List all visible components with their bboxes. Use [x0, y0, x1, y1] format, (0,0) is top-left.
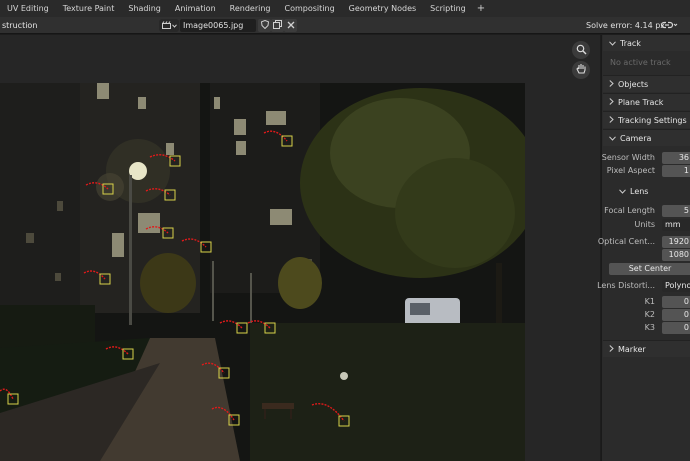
clip-name-field[interactable]: Image0065.jpg	[180, 19, 256, 32]
k2-field[interactable]: 0	[662, 309, 690, 321]
section-objects-label: Objects	[618, 79, 649, 89]
lens-distortion-dropdown[interactable]: Polynom	[662, 280, 690, 292]
k2-label: K2	[644, 310, 655, 319]
hand-pan-icon	[575, 63, 587, 77]
chevron-right-icon	[609, 97, 614, 107]
k3-label: K3	[644, 323, 655, 332]
chevron-right-icon	[609, 79, 614, 89]
k1-field[interactable]: 0	[662, 296, 690, 308]
tab-animation[interactable]: Animation	[168, 0, 223, 17]
track-marker[interactable]	[211, 406, 240, 426]
chevron-down-icon	[171, 21, 177, 30]
section-tracking-settings[interactable]: Tracking Settings	[603, 112, 690, 128]
track-marker[interactable]	[219, 320, 248, 334]
units-dropdown[interactable]: mm	[662, 219, 690, 231]
close-icon	[287, 21, 295, 31]
marker-path	[247, 320, 271, 329]
clip-editor-header: struction Image0065.jpg Solve error: 4.1…	[0, 17, 690, 34]
track-marker[interactable]	[0, 388, 19, 405]
track-marker[interactable]	[311, 403, 350, 427]
pan-button[interactable]	[572, 61, 590, 79]
section-plane-track-label: Plane Track	[618, 97, 664, 107]
section-camera[interactable]: Camera	[603, 130, 690, 146]
tab-texture-paint[interactable]: Texture Paint	[56, 0, 122, 17]
sidebar-n-panel: Track No active track Objects Plane Trac…	[597, 35, 690, 461]
optical-center-y-field[interactable]: 1080	[662, 249, 690, 261]
chevron-right-icon	[609, 115, 614, 125]
track-marker[interactable]	[247, 320, 276, 334]
zoom-button[interactable]	[572, 41, 590, 59]
chevron-right-icon	[609, 344, 614, 354]
duplicate-clip-button[interactable]	[271, 19, 284, 32]
k3-field[interactable]: 0	[662, 322, 690, 334]
chevron-down-icon	[619, 187, 626, 196]
track-marker[interactable]	[105, 346, 134, 360]
set-center-button[interactable]: Set Center	[609, 263, 690, 275]
section-tracking-settings-label: Tracking Settings	[618, 115, 687, 125]
sensor-width-label: Sensor Width	[601, 153, 655, 162]
tab-rendering[interactable]: Rendering	[223, 0, 278, 17]
no-active-track-text: No active track	[610, 58, 671, 67]
track-marker[interactable]	[145, 226, 174, 239]
workspace-tab-bar: UV Editing Texture Paint Shading Animati…	[0, 0, 690, 17]
track-marker[interactable]	[149, 154, 181, 167]
track-marker[interactable]	[263, 130, 293, 147]
sensor-width-field[interactable]: 36	[662, 152, 690, 164]
mode-label[interactable]: struction	[0, 17, 37, 34]
fake-user-button[interactable]	[258, 19, 271, 32]
marker-path	[211, 406, 235, 421]
pixel-aspect-label: Pixel Aspect	[606, 166, 655, 175]
solve-error-readout: Solve error: 4.14 px	[586, 21, 666, 30]
marker-path	[105, 346, 129, 355]
tab-uv-editing[interactable]: UV Editing	[0, 0, 56, 17]
lens-distortion-label: Lens Distorti...	[597, 281, 655, 290]
tab-scripting[interactable]: Scripting	[423, 0, 473, 17]
section-lens-label: Lens	[630, 186, 649, 196]
duplicate-icon	[273, 20, 282, 31]
zoom-icon	[576, 44, 587, 57]
k1-label: K1	[644, 297, 655, 306]
units-label: Units	[634, 220, 655, 229]
track-marker[interactable]	[85, 182, 114, 195]
track-marker[interactable]	[201, 362, 230, 379]
clip-viewport[interactable]	[0, 35, 600, 461]
tab-geometry-nodes[interactable]: Geometry Nodes	[342, 0, 423, 17]
chevron-down-icon	[609, 39, 616, 48]
track-marker[interactable]	[83, 270, 111, 285]
marker-pattern-box[interactable]	[7, 393, 19, 405]
link-icon[interactable]	[660, 19, 678, 33]
clip-selector[interactable]	[159, 19, 179, 32]
chevron-down-icon	[609, 134, 616, 143]
track-marker[interactable]	[181, 238, 212, 253]
section-track-label: Track	[620, 38, 641, 48]
section-marker[interactable]: Marker	[603, 341, 690, 357]
footage-frame	[0, 83, 525, 461]
section-plane-track[interactable]: Plane Track	[603, 94, 690, 110]
movie-clip-icon	[161, 20, 171, 31]
section-camera-label: Camera	[620, 133, 652, 143]
add-workspace-button[interactable]: +	[473, 3, 489, 14]
marker-path	[83, 270, 106, 280]
track-marker[interactable]	[145, 188, 176, 201]
section-track[interactable]: Track	[603, 35, 690, 51]
marker-path	[181, 238, 207, 248]
tab-shading[interactable]: Shading	[121, 0, 168, 17]
unlink-clip-button[interactable]	[284, 19, 297, 32]
tab-compositing[interactable]: Compositing	[278, 0, 342, 17]
focal-length-field[interactable]: 5	[662, 205, 690, 217]
optical-center-x-field[interactable]: 1920	[662, 236, 690, 248]
shield-icon	[260, 19, 269, 31]
pixel-aspect-field[interactable]: 1	[662, 165, 690, 177]
marker-path	[219, 320, 243, 329]
section-lens[interactable]: Lens	[603, 183, 690, 199]
track-markers-overlay[interactable]	[0, 83, 525, 461]
focal-length-label: Focal Length	[604, 206, 655, 215]
section-marker-label: Marker	[618, 344, 646, 354]
section-objects[interactable]: Objects	[603, 76, 690, 92]
optical-center-label: Optical Cent...	[597, 237, 655, 246]
